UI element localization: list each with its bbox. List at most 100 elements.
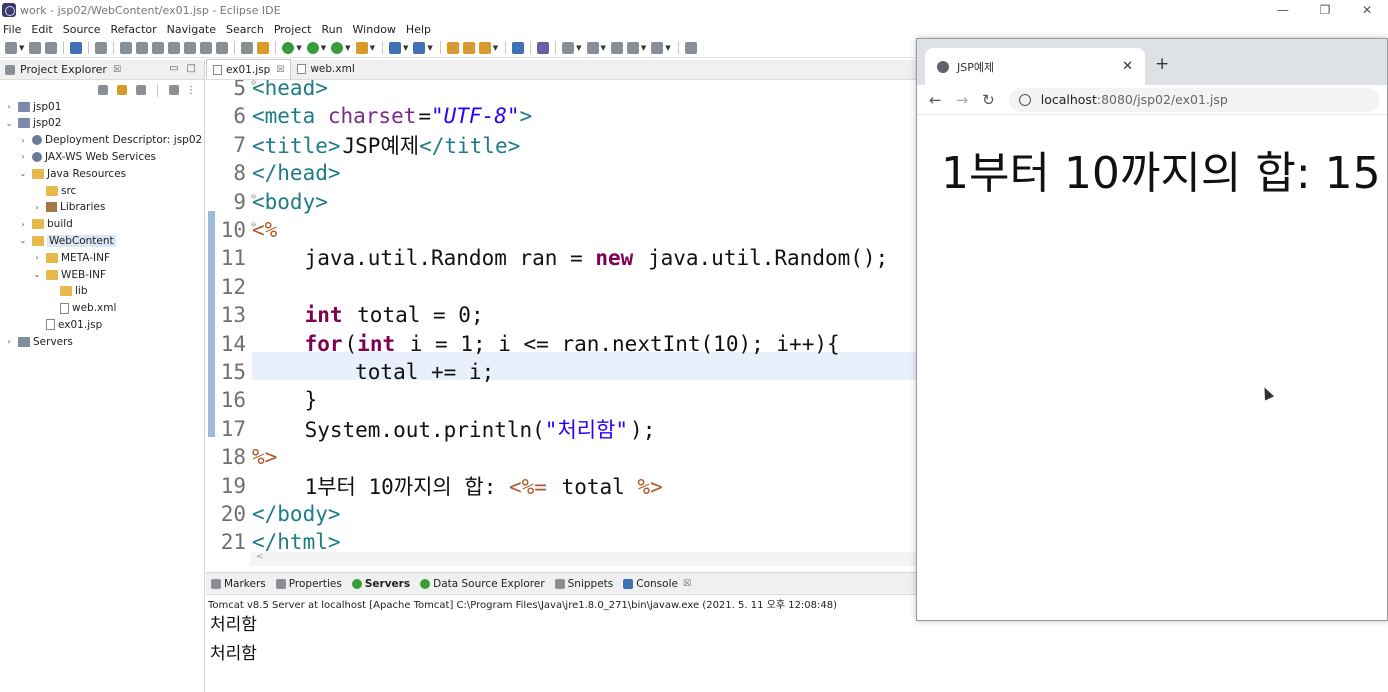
web-browser-icon[interactable] — [512, 41, 525, 54]
minimize-view-icon[interactable]: ▭ — [169, 63, 178, 74]
back-icon[interactable]: ← — [929, 91, 942, 109]
menu-refactor[interactable]: Refactor — [111, 23, 157, 36]
resume-icon[interactable] — [120, 41, 133, 54]
open-task-icon[interactable] — [462, 41, 475, 54]
external-tools-dropdown-icon[interactable]: ▼ — [370, 44, 375, 52]
collapsed-chevron-icon[interactable]: › — [4, 337, 14, 346]
tab-properties[interactable]: Properties — [274, 578, 342, 590]
menu-edit[interactable]: Edit — [31, 23, 52, 36]
filter-icon[interactable] — [136, 85, 146, 95]
external-tools-icon[interactable] — [355, 41, 368, 54]
search-icon[interactable] — [478, 41, 491, 54]
browser-tab[interactable]: JSP예제 ✕ — [925, 48, 1145, 85]
tree-item-lib[interactable]: lib — [46, 283, 88, 300]
step-return-icon[interactable] — [216, 41, 229, 54]
fold-toggle-icon[interactable]: ⊖ — [251, 192, 256, 201]
restore-button[interactable]: ❐ — [1304, 0, 1346, 20]
tab-servers[interactable]: Servers — [350, 578, 410, 590]
link-with-editor-icon[interactable] — [117, 85, 127, 95]
code-editor[interactable]: 5 ⊖ <head> 6 <meta charset="UTF-8"> 7 <title>J… — [206, 80, 916, 552]
tree-item-meta-inf[interactable]: › META-INF — [32, 249, 110, 266]
close-tab-icon[interactable]: ☒ — [276, 65, 284, 75]
close-window-button[interactable]: ✕ — [1346, 0, 1388, 20]
previous-annotation-dropdown-icon[interactable]: ▼ — [601, 44, 606, 52]
forward-icon[interactable] — [651, 41, 664, 54]
menu-search[interactable]: Search — [226, 23, 264, 36]
collapsed-chevron-icon[interactable]: › — [32, 203, 42, 212]
focus-icon[interactable] — [169, 85, 179, 95]
tab-snippets[interactable]: Snippets — [553, 578, 613, 590]
collapsed-chevron-icon[interactable]: › — [18, 152, 28, 161]
debug-tools-icon[interactable] — [257, 41, 270, 54]
annotation-icon[interactable] — [537, 41, 550, 54]
tab-ex01-jsp[interactable]: ex01.jsp ☒ — [206, 59, 292, 79]
open-type-icon[interactable] — [446, 41, 459, 54]
reload-icon[interactable]: ↻ — [982, 91, 995, 109]
step-over-icon[interactable] — [200, 41, 213, 54]
back-icon[interactable] — [626, 41, 639, 54]
coverage-dropdown-icon[interactable]: ▼ — [345, 44, 350, 52]
tree-item-web-inf[interactable]: ⌄ WEB-INF — [32, 266, 106, 283]
tab-markers[interactable]: Markers — [209, 578, 266, 590]
forward-dropdown-icon[interactable]: ▼ — [665, 44, 670, 52]
save-all-icon[interactable] — [45, 41, 58, 54]
tree-item-jax-ws-web-services[interactable]: › JAX-WS Web Services — [18, 148, 156, 165]
new-icon[interactable] — [5, 41, 17, 54]
tree-item-build[interactable]: › build — [18, 216, 72, 233]
forward-icon[interactable]: → — [956, 91, 969, 109]
menu-project[interactable]: Project — [274, 23, 312, 36]
new-dropdown-icon[interactable]: ▼ — [19, 44, 24, 52]
close-view-icon[interactable]: ☒ — [113, 65, 121, 75]
maximize-view-icon[interactable]: □ — [187, 63, 196, 74]
new-tab-button[interactable]: + — [1155, 54, 1169, 74]
horizontal-scrollbar[interactable]: < — [250, 552, 916, 566]
menu-navigate[interactable]: Navigate — [167, 23, 216, 36]
debug-dropdown-icon[interactable]: ▼ — [296, 44, 301, 52]
last-edit-icon[interactable] — [610, 41, 623, 54]
tree-item-src[interactable]: src — [32, 182, 76, 199]
collapsed-chevron-icon[interactable]: › — [18, 220, 28, 229]
step-into-icon[interactable] — [184, 41, 197, 54]
tree-item-deployment-descriptor-jsp02[interactable]: › Deployment Descriptor: jsp02 — [18, 132, 202, 149]
run-icon[interactable] — [306, 41, 319, 54]
open-perspective-icon[interactable] — [684, 41, 697, 54]
save-icon[interactable] — [29, 41, 42, 54]
next-annotation-dropdown-icon[interactable]: ▼ — [576, 44, 581, 52]
minimize-button[interactable]: — — [1262, 0, 1304, 20]
new-web-service-icon[interactable] — [413, 41, 426, 54]
view-menu-icon[interactable]: ⋮ — [186, 85, 196, 96]
fold-toggle-icon[interactable]: ⊖ — [251, 80, 256, 87]
suspend-icon[interactable] — [136, 41, 149, 54]
tree-item-ex01-jsp[interactable]: ex01.jsp — [32, 316, 102, 333]
project-explorer-tab[interactable]: Project Explorer ☒ ▭ □ — [0, 60, 204, 80]
run-dropdown-icon[interactable]: ▼ — [321, 44, 326, 52]
expanded-chevron-icon[interactable]: ⌄ — [4, 119, 14, 128]
tree-item-web-xml[interactable]: web.xml — [46, 300, 116, 317]
tree-item-libraries[interactable]: › Libraries — [32, 199, 105, 216]
collapse-all-icon[interactable] — [98, 85, 108, 95]
previous-annotation-icon[interactable] — [586, 41, 599, 54]
collapsed-chevron-icon[interactable]: › — [32, 253, 42, 262]
back-dropdown-icon[interactable]: ▼ — [641, 44, 646, 52]
fold-toggle-icon[interactable]: ⊖ — [251, 220, 256, 229]
menu-source[interactable]: Source — [63, 23, 101, 36]
expanded-chevron-icon[interactable]: ⌄ — [18, 169, 28, 178]
tab-console[interactable]: Console ☒ — [621, 578, 691, 590]
menu-help[interactable]: Help — [406, 23, 431, 36]
expanded-chevron-icon[interactable]: ⌄ — [32, 270, 42, 279]
use-step-filters-icon[interactable] — [241, 41, 254, 54]
tab-web-xml[interactable]: web.xml — [291, 59, 360, 79]
tab-data-source-explorer[interactable]: Data Source Explorer — [418, 578, 545, 590]
menu-file[interactable]: File — [3, 23, 21, 36]
menu-run[interactable]: Run — [321, 23, 342, 36]
tree-item-webcontent[interactable]: ⌄ WebContent — [18, 232, 116, 249]
search-dropdown-icon[interactable]: ▼ — [493, 44, 498, 52]
site-info-icon[interactable] — [1018, 93, 1031, 106]
tree-item-servers[interactable]: › Servers — [4, 333, 73, 350]
close-tab-icon[interactable]: ✕ — [1122, 59, 1133, 74]
new-server-icon[interactable] — [388, 41, 401, 54]
collapsed-chevron-icon[interactable]: › — [4, 102, 14, 111]
skip-breakpoints-icon[interactable] — [95, 41, 108, 54]
tree-item-jsp01[interactable]: › jsp01 — [4, 98, 61, 115]
debug-icon[interactable] — [282, 41, 295, 54]
